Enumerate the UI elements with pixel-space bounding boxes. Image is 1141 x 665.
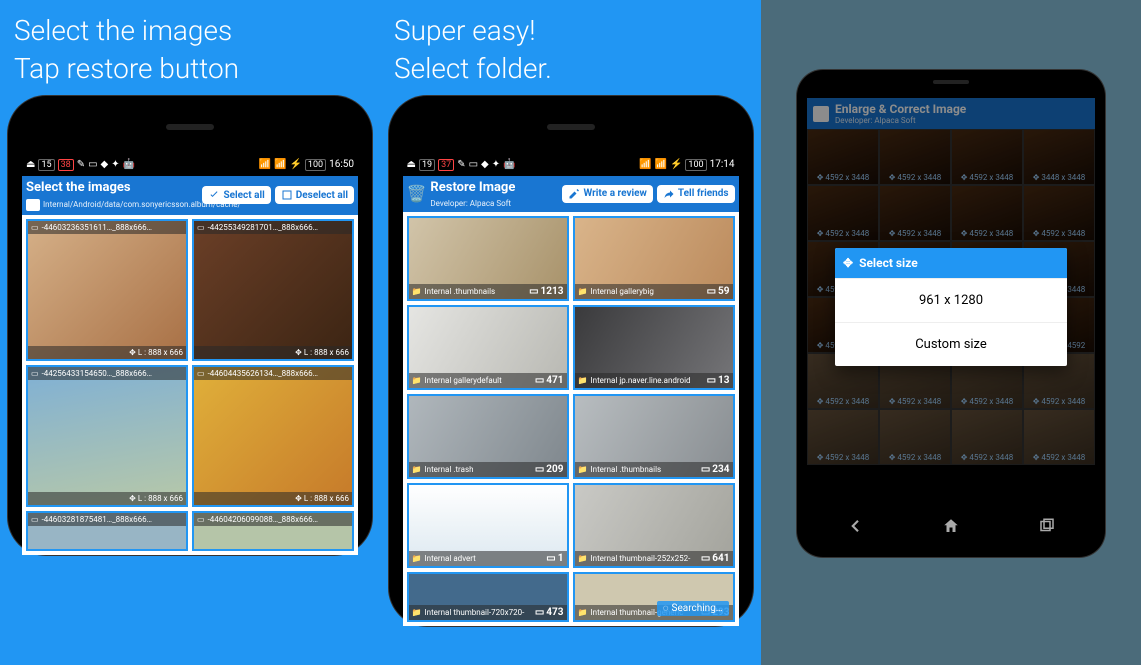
appbar-title: Select the images: [26, 180, 131, 195]
folder-icon: 📁: [412, 465, 422, 474]
photo-icon: ▭: [535, 375, 544, 386]
image-grid: ▭-44603236351611…_888x666… ✥ L : 888 x 6…: [22, 215, 358, 555]
image-icon: ▭: [31, 515, 39, 524]
android-nav-bar: [807, 509, 1095, 543]
folder-thumb[interactable]: 📁Internal .trash▭209: [407, 394, 569, 479]
phone-frame-2: ⏏ 19 37 ✎▭◆✦🤖 📶📶⚡ 100 17:14 🗑️ Restore: [389, 96, 753, 626]
back-button[interactable]: [841, 512, 869, 540]
folder-icon: 📁: [412, 376, 422, 385]
folder-icon: 📁: [578, 287, 588, 296]
share-icon: [663, 188, 675, 200]
folder-thumb[interactable]: 📁Internal .thumbnails▭1213: [407, 216, 569, 301]
image-icon: ▭: [197, 515, 205, 524]
folder-thumb[interactable]: 📁Internal jp.naver.line.android▭13: [573, 305, 735, 390]
resize-icon: ✥: [129, 494, 136, 503]
appbar-subtitle: Developer: Alpaca Soft: [430, 199, 511, 208]
photo-icon: ▭: [529, 286, 538, 297]
image-thumb[interactable]: ▭-44603236351611…_888x666… ✥ L : 888 x 6…: [26, 219, 188, 361]
panel2-caption-1: Super easy!: [394, 12, 747, 50]
image-thumb[interactable]: ▭-44255349281701…_888x666… ✥ L : 888 x 6…: [192, 219, 354, 361]
size-option-preset[interactable]: 961 x 1280: [835, 278, 1067, 322]
spinner-icon: ◌: [663, 603, 669, 614]
status-bar: ⏏ 19 37 ✎▭◆✦🤖 📶📶⚡ 100 17:14: [403, 154, 739, 176]
appbar-subtitle: Internal/Android/data/com.sonyericsson.a…: [43, 200, 241, 209]
folder-thumb[interactable]: 📁Internal thumbnail-generic▭293 ◌Searchi…: [573, 572, 735, 622]
resize-icon: ✥: [295, 494, 302, 503]
photo-icon: ▭: [535, 607, 544, 618]
size-option-custom[interactable]: Custom size: [835, 322, 1067, 366]
pencil-icon: [568, 188, 580, 200]
folder-thumb[interactable]: 📁Internal gallerydefault▭471: [407, 305, 569, 390]
trash-icon: 🗑️: [407, 184, 427, 203]
select-size-dialog: ✥ Select size 961 x 1280 Custom size: [835, 248, 1067, 366]
image-icon: ▭: [197, 223, 205, 232]
resize-icon: ✥: [843, 256, 853, 270]
folder-icon: 📁: [412, 554, 422, 563]
home-icon: [942, 517, 960, 535]
panel2-caption-2: Select folder.: [394, 50, 747, 88]
phone-frame-3: Enlarge & Correct Image Developer: Alpac…: [797, 70, 1105, 557]
folder-icon: 📁: [578, 376, 588, 385]
panel1-caption-1: Select the images: [14, 12, 366, 50]
image-icon: ▭: [31, 223, 39, 232]
image-icon: ▭: [31, 369, 39, 378]
folder-icon: 📁: [578, 554, 588, 563]
folder-icon: 📁: [412, 608, 422, 617]
folder-thumb[interactable]: 📁Internal thumbnail-720x720-▭473: [407, 572, 569, 622]
panel1-caption-2: Tap restore button: [14, 50, 366, 88]
photo-icon: ▭: [701, 464, 710, 475]
folder-thumb[interactable]: 📁Internal advert▭1: [407, 483, 569, 568]
folder-icon: [26, 199, 40, 211]
phone-frame-1: ⏏ 15 38 ✎▭◆✦🤖 📶📶⚡ 100 16:50 Select the i…: [8, 96, 372, 555]
folder-thumb[interactable]: 📁Internal thumbnail-252x252-▭641: [573, 483, 735, 568]
image-thumb[interactable]: ▭-44604206099088…_888x666…: [192, 511, 354, 551]
home-button[interactable]: [937, 512, 965, 540]
resize-icon: ✥: [129, 348, 136, 357]
resize-icon: ✥: [295, 348, 302, 357]
status-bar: ⏏ 15 38 ✎▭◆✦🤖 📶📶⚡ 100 16:50: [22, 154, 358, 176]
uncheck-icon: [281, 189, 293, 201]
searching-indicator: ◌Searching…: [657, 601, 729, 616]
folder-icon: 📁: [578, 608, 588, 617]
appbar-title: Restore Image: [430, 180, 515, 195]
image-thumb[interactable]: ▭-44256433154650…_888x666… ✥ L : 888 x 6…: [26, 365, 188, 507]
image-thumb[interactable]: ▭-44604435626134…_888x666… ✥ L : 888 x 6…: [192, 365, 354, 507]
folder-grid: 📁Internal .thumbnails▭1213 📁Internal gal…: [403, 212, 739, 626]
recents-icon: [1038, 517, 1056, 535]
photo-icon: ▭: [546, 553, 555, 564]
photo-icon: ▭: [707, 375, 716, 386]
image-thumb[interactable]: ▭-44603281875481…_888x666…: [26, 511, 188, 551]
folder-thumb[interactable]: 📁Internal .thumbnails▭234: [573, 394, 735, 479]
photo-icon: ▭: [701, 553, 710, 564]
recents-button[interactable]: [1033, 512, 1061, 540]
back-icon: [846, 517, 864, 535]
app-bar: Select the images Internal/Android/data/…: [22, 176, 358, 215]
folder-thumb[interactable]: 📁Internal gallerybig▭59: [573, 216, 735, 301]
write-review-button[interactable]: Write a review: [562, 185, 652, 203]
dialog-title: Select size: [859, 256, 918, 270]
photo-icon: ▭: [707, 286, 716, 297]
photo-icon: ▭: [535, 464, 544, 475]
image-icon: ▭: [197, 369, 205, 378]
tell-friends-button[interactable]: Tell friends: [657, 185, 735, 203]
deselect-all-button[interactable]: Deselect all: [275, 186, 354, 204]
folder-icon: 📁: [412, 287, 422, 296]
app-bar: 🗑️ Restore Image Developer: Alpaca Soft …: [403, 176, 739, 212]
folder-icon: 📁: [578, 465, 588, 474]
